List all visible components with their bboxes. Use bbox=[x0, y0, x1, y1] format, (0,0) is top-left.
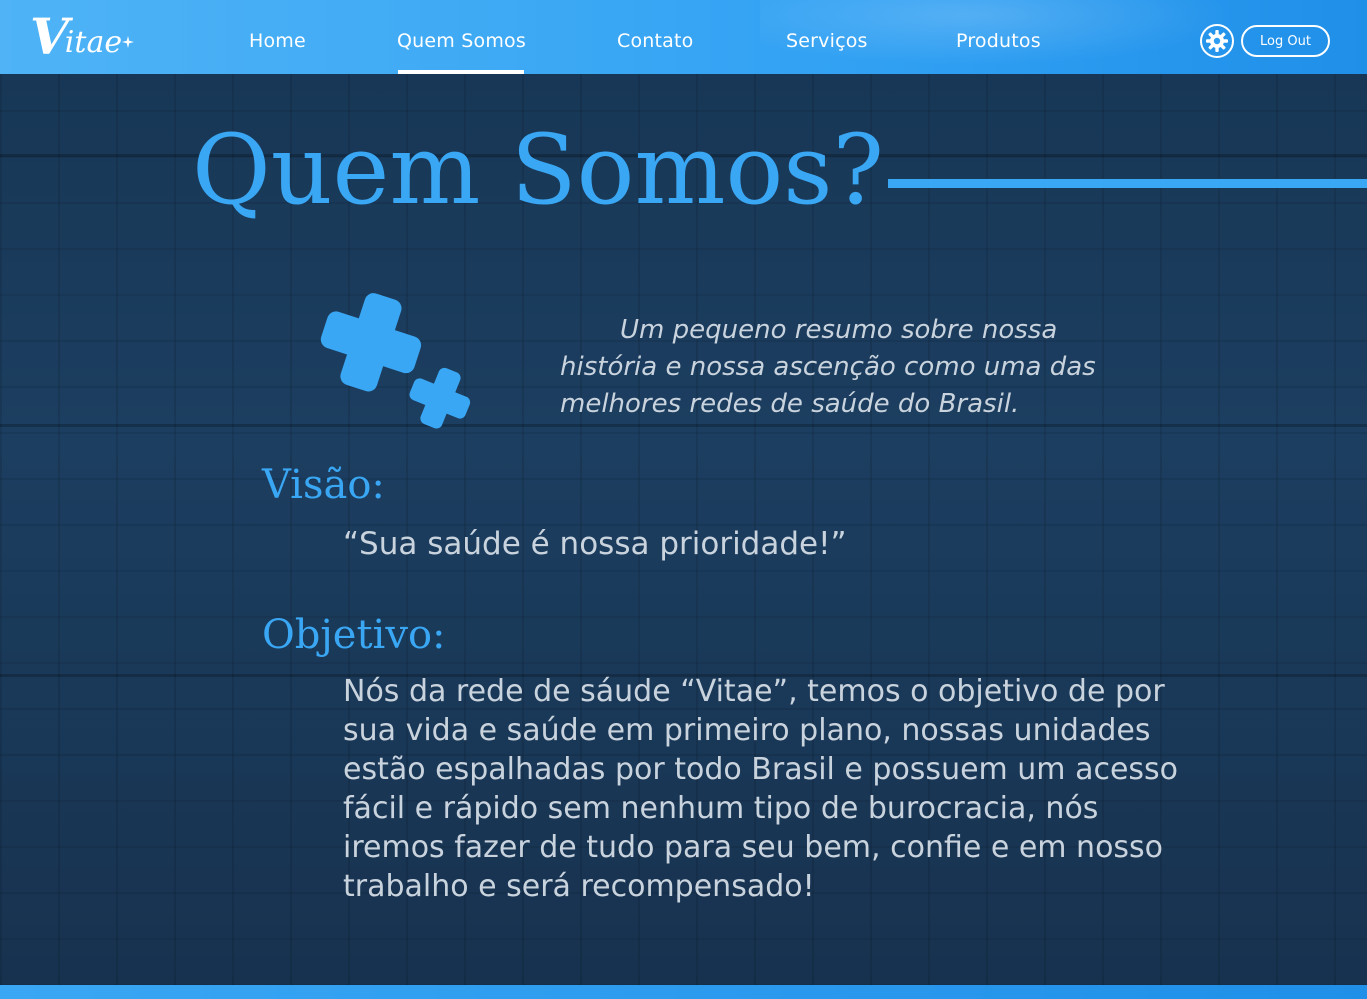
top-navbar: V itae Home Quem Somos Contato Serviços … bbox=[0, 0, 1367, 74]
vision-text: “Sua saúde é nossa prioridade!” bbox=[343, 526, 847, 562]
gear-icon bbox=[1206, 30, 1228, 52]
vitae-logo[interactable]: V itae bbox=[30, 7, 135, 66]
health-cross-icon bbox=[320, 293, 471, 429]
objective-heading: Objetivo: bbox=[262, 612, 446, 658]
nav-active-indicator bbox=[398, 70, 524, 74]
nav-home[interactable]: Home bbox=[249, 30, 306, 52]
logout-button[interactable]: Log Out bbox=[1241, 25, 1330, 57]
settings-button[interactable] bbox=[1200, 24, 1234, 58]
logo-text: itae bbox=[64, 24, 123, 60]
footer-bar bbox=[0, 985, 1367, 999]
nav-quem-somos[interactable]: Quem Somos bbox=[397, 30, 526, 52]
nav-contato[interactable]: Contato bbox=[617, 30, 694, 52]
page-title: Quem Somos? bbox=[192, 114, 885, 226]
title-underline-decoration bbox=[888, 179, 1367, 188]
vision-heading: Visão: bbox=[262, 462, 385, 508]
sparkle-icon bbox=[122, 36, 135, 48]
objective-text: Nós da rede de sáude “Vitae”, temos o ob… bbox=[343, 674, 1179, 904]
nav-produtos[interactable]: Produtos bbox=[956, 30, 1041, 52]
intro-summary: Um pequeno resumo sobre nossa história e… bbox=[560, 315, 1096, 419]
logo-initial: V bbox=[30, 7, 69, 66]
building-floor-line bbox=[0, 424, 1367, 427]
nav-servicos[interactable]: Serviços bbox=[786, 30, 868, 52]
